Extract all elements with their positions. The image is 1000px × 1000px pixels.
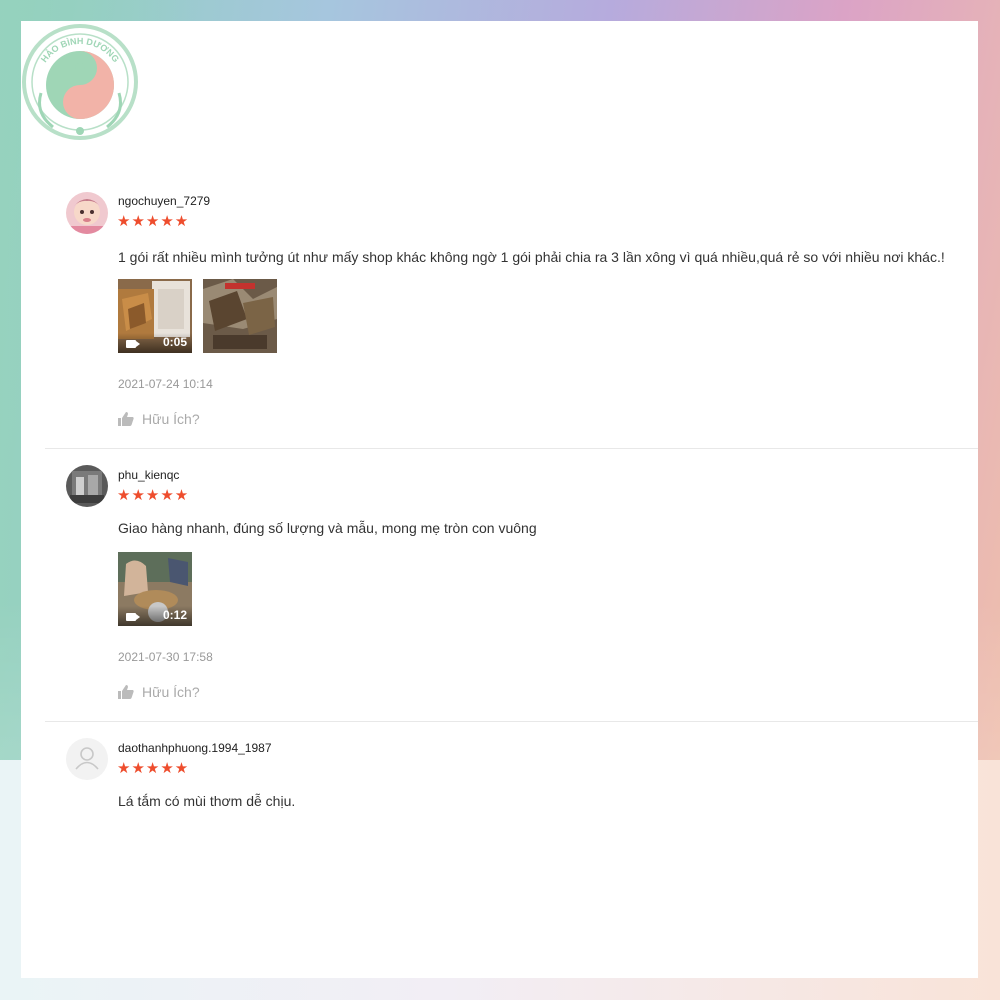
rating-stars: ★★★★★	[117, 760, 190, 777]
reviewer-username[interactable]: daothanhphuong.1994_1987	[118, 741, 272, 755]
review-card: HẢO BÌNH DƯƠNG ngochuyen_7279 ★★★★★ 1 gó…	[21, 21, 978, 978]
review-comment: Lá tắm có mùi thơm dễ chịu.	[118, 793, 296, 809]
avatar[interactable]	[66, 738, 108, 780]
review-item: daothanhphuong.1994_1987 ★★★★★ Lá tắm có…	[45, 21, 978, 816]
user-placeholder-icon	[75, 747, 99, 770]
